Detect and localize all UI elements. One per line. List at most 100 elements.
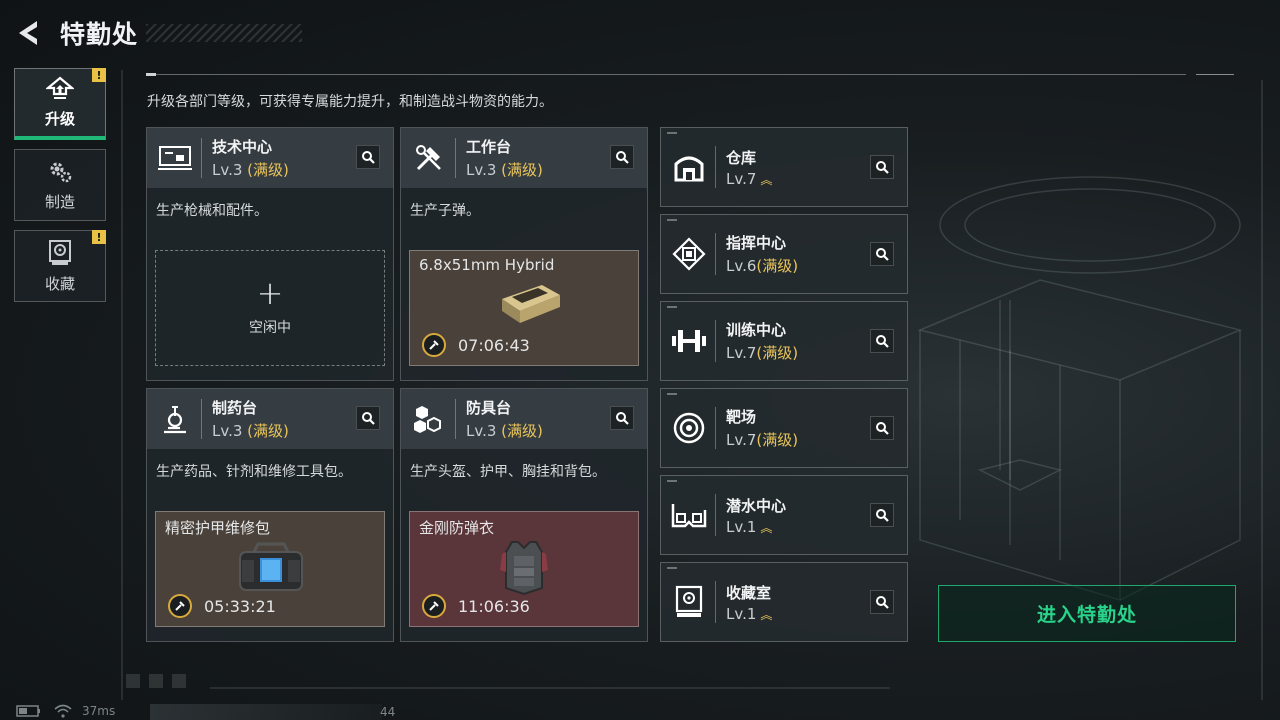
status-obscured-area	[150, 704, 382, 720]
inspect-button[interactable]	[356, 406, 380, 430]
battery-icon	[16, 705, 40, 717]
facility-level: Lv.7	[726, 344, 757, 362]
facility-name: 指挥中心	[726, 234, 787, 252]
search-icon	[876, 509, 889, 522]
production-slot[interactable]: 精密护甲维修包 05:33:21	[155, 511, 385, 627]
ping-value: 37ms	[82, 704, 116, 718]
facility-level: Lv.3	[466, 422, 497, 440]
side-nav: 升级 ! 制造 收藏 !	[14, 68, 106, 311]
inspect-button[interactable]	[870, 416, 894, 440]
nav-item-manufacture[interactable]: 制造	[14, 149, 106, 221]
page-description: 升级各部门等级，可获得专属能力提升，和制造战斗物资的能力。	[147, 94, 553, 110]
production-timer: 07:06:43	[458, 336, 530, 355]
nav-label-collection: 收藏	[44, 274, 75, 293]
inspect-button[interactable]	[610, 145, 634, 169]
facility-level: Lv.1	[726, 604, 757, 623]
search-icon	[876, 161, 889, 174]
facility-card-range[interactable]: 靶场 Lv.7(满级)	[660, 388, 908, 468]
command-center-icon	[672, 237, 706, 271]
upgrade-available-icon: ︽	[760, 607, 773, 622]
card-header: 制药台 Lv.3 (满级)	[147, 389, 393, 449]
facility-card-tech-center: 技术中心 Lv.3 (满级) 生产枪械和配件。 + 空闲中	[146, 127, 394, 381]
enter-button-label: 进入特勤处	[1036, 604, 1137, 626]
alert-badge: !	[92, 230, 106, 244]
production-slot[interactable]: 金刚防弹衣 11:06:36	[409, 511, 639, 627]
back-arrow-icon	[19, 21, 37, 45]
alert-badge: !	[92, 68, 106, 82]
inspect-button[interactable]	[870, 590, 894, 614]
facility-name: 潜水中心	[726, 496, 787, 515]
facility-name: 靶场	[726, 408, 757, 426]
facility-description: 生产枪械和配件。	[156, 203, 268, 219]
nav-label-upgrade: 升级	[44, 110, 75, 128]
production-item-name: 精密护甲维修包	[165, 519, 271, 537]
add-icon: +	[256, 274, 284, 312]
production-item-name: 金刚防弹衣	[419, 519, 495, 537]
collection-icon	[49, 239, 71, 265]
search-icon	[616, 151, 629, 164]
ammo-box-image	[502, 285, 560, 323]
repair-kit-image	[239, 542, 303, 591]
inspect-button[interactable]	[356, 145, 380, 169]
facility-name: 训练中心	[726, 321, 787, 339]
range-target-icon	[673, 412, 705, 444]
production-timer: 05:33:21	[204, 597, 276, 616]
max-level-tag: (满级)	[501, 422, 543, 440]
upgrade-icon	[46, 76, 74, 99]
max-level-tag: (满级)	[756, 257, 799, 275]
facility-card-pharmacy: 制药台 Lv.3 (满级) 生产药品、针剂和维修工具包。 精密护甲维修包 05:…	[146, 388, 394, 642]
search-icon	[362, 412, 375, 425]
divider	[146, 74, 1186, 75]
inspect-button[interactable]	[610, 406, 634, 430]
upgrade-available-icon: ︽	[760, 520, 773, 535]
warehouse-icon	[674, 156, 704, 182]
nav-item-upgrade[interactable]: 升级 !	[14, 68, 106, 140]
back-button[interactable]	[14, 16, 44, 50]
facility-card-training-center[interactable]: 训练中心 Lv.7(满级)	[660, 301, 908, 381]
facility-level: Lv.6	[726, 257, 757, 275]
production-slot[interactable]: 6.8x51mm Hybrid 07:06:43	[409, 250, 639, 366]
workbench-icon	[416, 145, 441, 171]
search-icon	[876, 335, 889, 348]
nav-label-manufacture: 制造	[44, 192, 75, 211]
inspect-button[interactable]	[870, 155, 894, 179]
max-level-tag: (满级)	[756, 344, 799, 362]
search-icon	[362, 151, 375, 164]
facility-level: Lv.1	[726, 517, 757, 536]
facility-card-collection-room[interactable]: 收藏室 Lv.1 ︽	[660, 562, 908, 642]
card-header: 防具台 Lv.3 (满级)	[401, 389, 647, 449]
max-level-tag: (满级)	[501, 161, 543, 179]
facility-name: 技术中心	[212, 138, 273, 156]
enter-special-ops-button[interactable]: 进入特勤处	[938, 585, 1236, 642]
facility-level: Lv.3	[466, 161, 497, 179]
armor-bench-icon	[414, 406, 441, 433]
facility-card-diving-center[interactable]: 潜水中心 Lv.1 ︽	[660, 475, 908, 555]
facility-level: Lv.3	[212, 422, 243, 440]
idle-production-slot[interactable]: + 空闲中	[155, 250, 385, 366]
facility-card-warehouse[interactable]: 仓库 Lv.7 ︽	[660, 127, 908, 207]
facility-card-command-center[interactable]: 指挥中心 Lv.6(满级)	[660, 214, 908, 294]
timer-icon	[422, 594, 446, 618]
timer-icon	[168, 594, 192, 618]
training-center-icon	[672, 330, 706, 352]
max-level-tag: (满级)	[756, 431, 799, 449]
max-level-tag: (满级)	[247, 422, 289, 440]
nav-item-collection[interactable]: 收藏 !	[14, 230, 106, 302]
inspect-button[interactable]	[870, 242, 894, 266]
search-icon	[876, 248, 889, 261]
timer-icon	[422, 333, 446, 357]
search-icon	[616, 412, 629, 425]
facility-name: 制药台	[212, 399, 258, 417]
facility-name: 工作台	[466, 138, 512, 156]
page-title: 特勤处	[60, 20, 139, 49]
wifi-icon	[54, 704, 72, 718]
production-item-name: 6.8x51mm Hybrid	[419, 256, 555, 274]
gears-icon	[50, 162, 72, 182]
inspect-button[interactable]	[870, 503, 894, 527]
facility-name: 仓库	[726, 148, 757, 167]
facility-level: Lv.3	[212, 161, 243, 179]
divider-accent	[146, 73, 156, 76]
production-timer: 11:06:36	[458, 597, 530, 616]
inspect-button[interactable]	[870, 329, 894, 353]
header: 特勤处	[14, 14, 138, 52]
